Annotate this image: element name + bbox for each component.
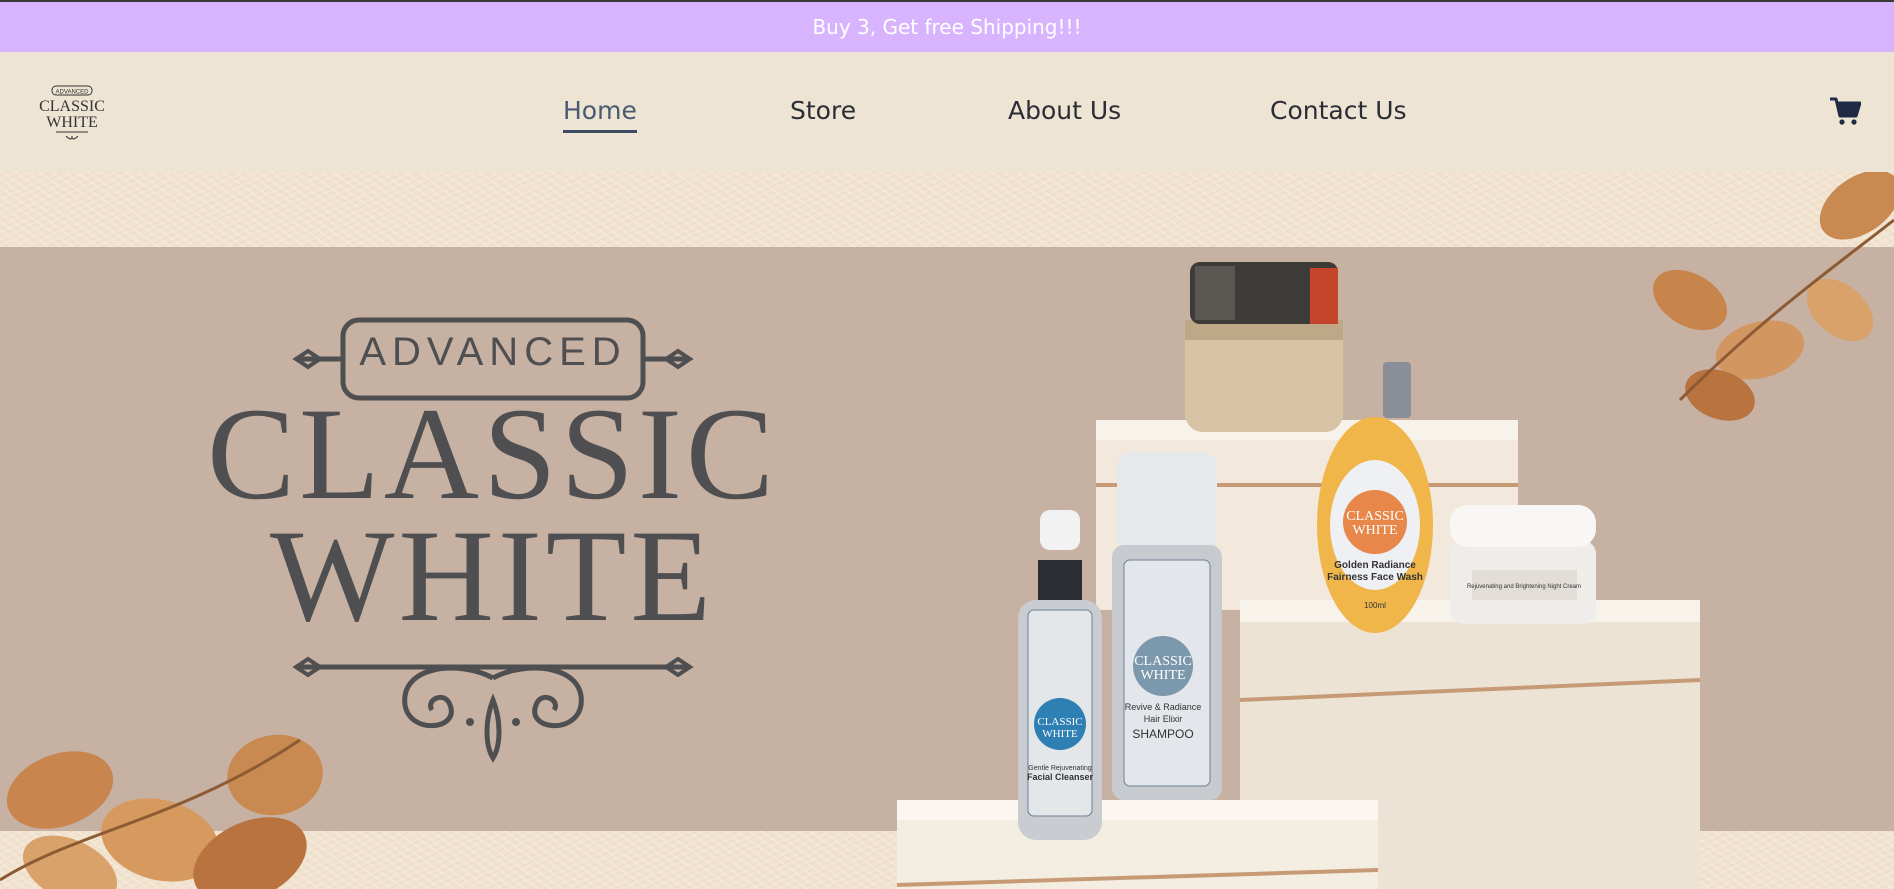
cleanser-bottle: CLASSIC WHITE Gentle Rejuvenating Facial… xyxy=(1018,510,1102,840)
nav-contact-us[interactable]: Contact Us xyxy=(1270,96,1407,125)
display-podiums xyxy=(896,420,1701,889)
logo-advanced: ADVANCED xyxy=(56,90,90,96)
logo-white: WHITE xyxy=(46,114,98,131)
shampoo-brand-2: WHITE xyxy=(1140,668,1185,683)
product-display: Rejuvenating and Brightening Night Cream… xyxy=(0,172,1894,889)
promo-banner: Buy 3, Get free Shipping!!! xyxy=(0,2,1894,52)
brand-logo[interactable]: ADVANCED CLASSIC WHITE xyxy=(36,84,108,142)
shampoo-name-2: Hair Elixir xyxy=(1144,714,1183,724)
dried-leaves-left xyxy=(0,734,323,889)
cleanser-brand-1: CLASSIC xyxy=(1037,716,1082,728)
face-wash-name-1: Golden Radiance xyxy=(1334,560,1416,571)
face-wash-size: 100ml xyxy=(1364,601,1386,610)
cleanser-name-1: Gentle Rejuvenating xyxy=(1028,765,1092,772)
white-jar: Rejuvenating and Brightening Night Cream xyxy=(1450,505,1596,624)
shopping-cart-icon[interactable] xyxy=(1829,96,1861,126)
shampoo-brand-1: CLASSIC xyxy=(1134,654,1192,669)
cleanser-brand-2: WHITE xyxy=(1042,728,1078,740)
face-wash-brand-2: WHITE xyxy=(1352,523,1397,538)
promo-text: Buy 3, Get free Shipping!!! xyxy=(812,15,1082,39)
face-wash-name-2: Fairness Face Wash xyxy=(1327,572,1423,583)
shampoo-name-3: SHAMPOO xyxy=(1132,727,1193,741)
nav-store[interactable]: Store xyxy=(790,96,856,125)
cleanser-name-2: Facial Cleanser xyxy=(1027,772,1094,782)
dried-leaves-right xyxy=(1653,172,1894,421)
shampoo-name-1: Revive & Radiance xyxy=(1125,702,1202,712)
site-header: ADVANCED CLASSIC WHITE Home Store About … xyxy=(0,52,1894,172)
nav-home[interactable]: Home xyxy=(563,96,637,133)
shampoo-bottle: CLASSIC WHITE Revive & Radiance Hair Eli… xyxy=(1112,452,1222,800)
face-wash-brand-1: CLASSIC xyxy=(1346,509,1404,524)
gold-jar xyxy=(1185,262,1343,432)
logo-classic: CLASSIC xyxy=(39,98,105,115)
night-cream-label: Rejuvenating and Brightening Night Cream xyxy=(1467,584,1581,590)
nav-about-us[interactable]: About Us xyxy=(1008,96,1121,125)
